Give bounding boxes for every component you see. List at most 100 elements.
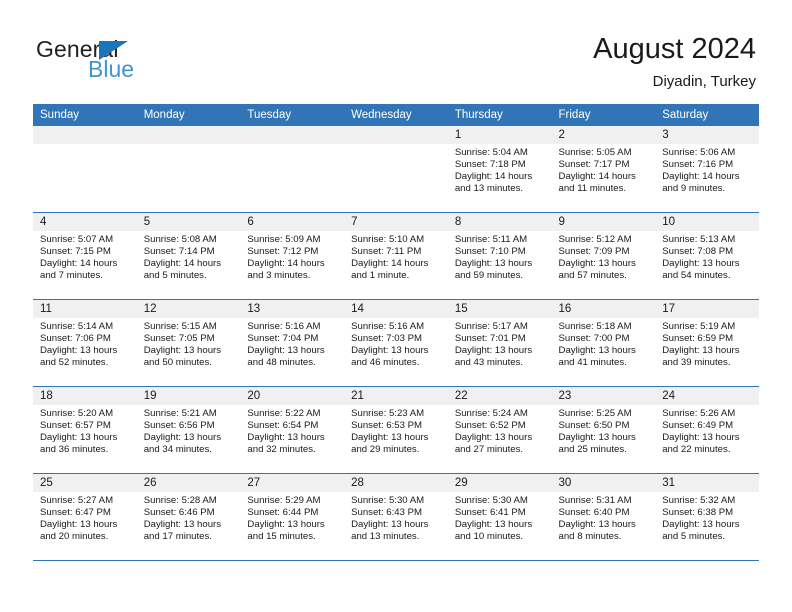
daylight-text-line1: Daylight: 13 hours bbox=[558, 345, 636, 357]
day-number: 26 bbox=[136, 474, 241, 492]
sunset-text: Sunset: 7:11 PM bbox=[351, 246, 422, 258]
daylight-text-line2: and 10 minutes. bbox=[454, 531, 524, 543]
day-details: Sunrise: 5:09 AM Sunset: 7:12 PM Daylight:… bbox=[240, 231, 344, 282]
daylight-text-line1: Daylight: 13 hours bbox=[454, 258, 533, 270]
day-cell[interactable]: 25 Sunrise: 5:27 AM Sunset: 6:47 PM Dayligh… bbox=[33, 474, 137, 560]
sunset-text: Sunset: 7:05 PM bbox=[143, 333, 215, 345]
daylight-text-line2: and 43 minutes. bbox=[454, 357, 524, 369]
sunset-text: Sunset: 7:06 PM bbox=[40, 333, 111, 345]
day-cell[interactable]: 21 Sunrise: 5:23 AM Sunset: 6:53 PM Dayligh… bbox=[344, 387, 448, 473]
day-cell[interactable]: 14 Sunrise: 5:16 AM Sunset: 7:03 PM Dayligh… bbox=[344, 300, 448, 386]
sunrise-text: Sunrise: 5:28 AM bbox=[143, 495, 217, 506]
calendar-week-row: 18 Sunrise: 5:20 AM Sunset: 6:57 PM Dayligh… bbox=[33, 386, 759, 474]
day-number: 4 bbox=[33, 213, 137, 231]
sunset-text: Sunset: 7:04 PM bbox=[247, 333, 319, 345]
sunrise-text: Sunrise: 5:23 AM bbox=[351, 408, 425, 419]
weekday-header-tuesday: Tuesday bbox=[240, 104, 345, 126]
day-number: 5 bbox=[136, 213, 241, 231]
calendar-week-row: 25 Sunrise: 5:27 AM Sunset: 6:47 PM Dayligh… bbox=[33, 473, 759, 561]
daylight-text-line1: Daylight: 13 hours bbox=[40, 345, 118, 357]
day-cell[interactable]: 19 Sunrise: 5:21 AM Sunset: 6:56 PM Dayligh… bbox=[136, 387, 241, 473]
day-details: Sunrise: 5:18 AM Sunset: 7:00 PM Daylight:… bbox=[552, 318, 656, 369]
sunrise-text: Sunrise: 5:13 AM bbox=[662, 234, 736, 245]
day-cell-empty bbox=[344, 126, 448, 212]
calendar-header-row: Sunday Monday Tuesday Wednesday Thursday… bbox=[33, 104, 759, 126]
calendar-cell: 29 Sunrise: 5:30 AM Sunset: 6:41 PM Dayligh… bbox=[447, 473, 552, 561]
day-cell[interactable]: 7 Sunrise: 5:10 AM Sunset: 7:11 PM Daylight… bbox=[344, 213, 448, 299]
daylight-text-line1: Daylight: 13 hours bbox=[454, 432, 533, 444]
calendar-cell: 22 Sunrise: 5:24 AM Sunset: 6:52 PM Dayligh… bbox=[447, 386, 552, 474]
weekday-header-saturday: Saturday bbox=[655, 104, 759, 126]
calendar-week-row: 1 Sunrise: 5:04 AM Sunset: 7:18 PM Daylight… bbox=[33, 126, 759, 213]
sunset-text: Sunset: 7:03 PM bbox=[351, 333, 423, 345]
day-number: 27 bbox=[240, 474, 345, 492]
day-cell[interactable]: 9 Sunrise: 5:12 AM Sunset: 7:09 PM Daylight… bbox=[551, 213, 656, 299]
sunrise-text: Sunrise: 5:21 AM bbox=[143, 408, 217, 419]
day-cell[interactable]: 2 Sunrise: 5:05 AM Sunset: 7:17 PM Daylight… bbox=[551, 126, 656, 212]
day-number: 6 bbox=[240, 213, 345, 231]
daylight-text-line1: Daylight: 13 hours bbox=[247, 345, 325, 357]
daylight-text-line1: Daylight: 14 hours bbox=[40, 258, 118, 270]
sunset-text: Sunset: 7:10 PM bbox=[454, 246, 526, 258]
general-blue-logo[interactable]: General Blue bbox=[36, 38, 206, 84]
sunset-text: Sunset: 6:43 PM bbox=[351, 507, 423, 519]
day-cell[interactable]: 31 Sunrise: 5:32 AM Sunset: 6:38 PM Dayligh… bbox=[655, 474, 759, 560]
daylight-text-line1: Daylight: 13 hours bbox=[40, 432, 118, 444]
sunrise-text: Sunrise: 5:29 AM bbox=[247, 495, 321, 506]
calendar-cell: 11 Sunrise: 5:14 AM Sunset: 7:06 PM Dayligh… bbox=[33, 299, 137, 387]
daylight-text-line1: Daylight: 14 hours bbox=[351, 258, 429, 270]
daylight-text-line2: and 32 minutes. bbox=[247, 444, 316, 456]
day-cell[interactable]: 29 Sunrise: 5:30 AM Sunset: 6:41 PM Dayligh… bbox=[447, 474, 552, 560]
day-cell[interactable]: 11 Sunrise: 5:14 AM Sunset: 7:06 PM Dayligh… bbox=[33, 300, 137, 386]
title-block: August 2024 Diyadin, Turkey bbox=[593, 32, 756, 92]
day-details: Sunrise: 5:26 AM Sunset: 6:49 PM Daylight:… bbox=[655, 405, 759, 456]
day-cell[interactable]: 16 Sunrise: 5:18 AM Sunset: 7:00 PM Dayligh… bbox=[551, 300, 656, 386]
daylight-text-line1: Daylight: 13 hours bbox=[454, 345, 533, 357]
sunrise-text: Sunrise: 5:27 AM bbox=[40, 495, 114, 506]
day-cell[interactable]: 10 Sunrise: 5:13 AM Sunset: 7:08 PM Dayligh… bbox=[655, 213, 759, 299]
day-cell[interactable]: 18 Sunrise: 5:20 AM Sunset: 6:57 PM Dayligh… bbox=[33, 387, 137, 473]
daylight-text-line2: and 15 minutes. bbox=[247, 531, 316, 543]
calendar-cell bbox=[136, 126, 241, 213]
calendar-cell: 12 Sunrise: 5:15 AM Sunset: 7:05 PM Dayligh… bbox=[136, 299, 241, 387]
daylight-text-line2: and 46 minutes. bbox=[351, 357, 420, 369]
day-number: 16 bbox=[551, 300, 656, 318]
day-number bbox=[136, 126, 241, 144]
day-cell[interactable]: 12 Sunrise: 5:15 AM Sunset: 7:05 PM Dayligh… bbox=[136, 300, 241, 386]
calendar-page: General Blue August 2024 Diyadin, Turkey… bbox=[0, 0, 792, 612]
daylight-text-line1: Daylight: 13 hours bbox=[247, 519, 325, 531]
day-cell[interactable]: 28 Sunrise: 5:30 AM Sunset: 6:43 PM Dayligh… bbox=[344, 474, 448, 560]
day-cell[interactable]: 26 Sunrise: 5:28 AM Sunset: 6:46 PM Dayligh… bbox=[136, 474, 241, 560]
day-cell[interactable]: 5 Sunrise: 5:08 AM Sunset: 7:14 PM Daylight… bbox=[136, 213, 241, 299]
day-cell[interactable]: 30 Sunrise: 5:31 AM Sunset: 6:40 PM Dayligh… bbox=[551, 474, 656, 560]
day-cell[interactable]: 3 Sunrise: 5:06 AM Sunset: 7:16 PM Daylight… bbox=[655, 126, 759, 212]
daylight-text-line2: and 50 minutes. bbox=[143, 357, 212, 369]
sunrise-text: Sunrise: 5:19 AM bbox=[662, 321, 736, 332]
day-number: 24 bbox=[655, 387, 759, 405]
page-subtitle: Diyadin, Turkey bbox=[652, 73, 756, 90]
day-cell[interactable]: 15 Sunrise: 5:17 AM Sunset: 7:01 PM Dayligh… bbox=[447, 300, 552, 386]
day-cell[interactable]: 8 Sunrise: 5:11 AM Sunset: 7:10 PM Daylight… bbox=[447, 213, 552, 299]
day-details: Sunrise: 5:19 AM Sunset: 6:59 PM Daylight:… bbox=[655, 318, 759, 369]
day-cell[interactable]: 13 Sunrise: 5:16 AM Sunset: 7:04 PM Dayligh… bbox=[240, 300, 345, 386]
page-title: August 2024 bbox=[593, 33, 756, 65]
day-cell[interactable]: 17 Sunrise: 5:19 AM Sunset: 6:59 PM Dayligh… bbox=[655, 300, 759, 386]
day-cell[interactable]: 1 Sunrise: 5:04 AM Sunset: 7:18 PM Daylight… bbox=[447, 126, 552, 212]
day-cell[interactable]: 20 Sunrise: 5:22 AM Sunset: 6:54 PM Dayligh… bbox=[240, 387, 345, 473]
daylight-text-line2: and 41 minutes. bbox=[558, 357, 627, 369]
sunrise-text: Sunrise: 5:11 AM bbox=[454, 234, 528, 245]
day-cell[interactable]: 22 Sunrise: 5:24 AM Sunset: 6:52 PM Dayligh… bbox=[447, 387, 552, 473]
sunrise-text: Sunrise: 5:14 AM bbox=[40, 321, 114, 332]
sunrise-text: Sunrise: 5:05 AM bbox=[558, 147, 632, 158]
day-cell[interactable]: 27 Sunrise: 5:29 AM Sunset: 6:44 PM Dayligh… bbox=[240, 474, 345, 560]
day-number: 2 bbox=[551, 126, 656, 144]
day-details: Sunrise: 5:20 AM Sunset: 6:57 PM Daylight:… bbox=[33, 405, 137, 456]
day-cell[interactable]: 24 Sunrise: 5:26 AM Sunset: 6:49 PM Dayligh… bbox=[655, 387, 759, 473]
calendar-cell: 9 Sunrise: 5:12 AM Sunset: 7:09 PM Daylight… bbox=[551, 212, 656, 300]
day-cell[interactable]: 23 Sunrise: 5:25 AM Sunset: 6:50 PM Dayligh… bbox=[551, 387, 656, 473]
calendar-cell: 19 Sunrise: 5:21 AM Sunset: 6:56 PM Dayligh… bbox=[136, 386, 241, 474]
day-number: 29 bbox=[447, 474, 552, 492]
daylight-text-line2: and 54 minutes. bbox=[662, 270, 731, 282]
day-cell[interactable]: 6 Sunrise: 5:09 AM Sunset: 7:12 PM Daylight… bbox=[240, 213, 345, 299]
day-cell[interactable]: 4 Sunrise: 5:07 AM Sunset: 7:15 PM Daylight… bbox=[33, 213, 137, 299]
